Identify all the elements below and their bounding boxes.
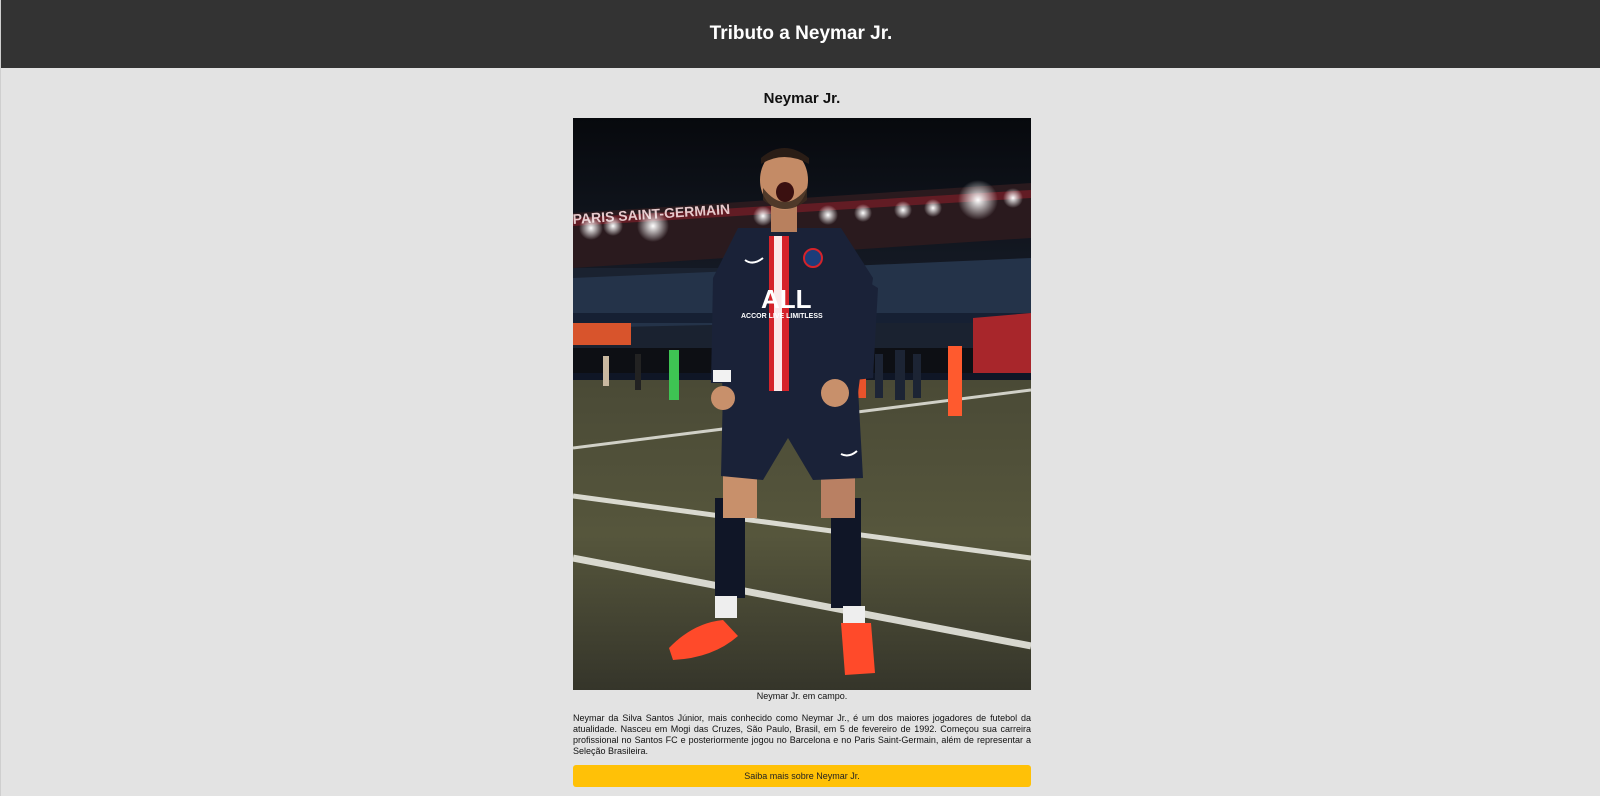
main-content: Neymar Jr. SAINT-GERMAIN ALL ACCOR LIVE … bbox=[573, 68, 1031, 787]
player-figure: PARIS SAINT-GERMAIN bbox=[573, 118, 1031, 701]
learn-more-button[interactable]: Saiba mais sobre Neymar Jr. bbox=[573, 765, 1031, 787]
shirt-sponsor-sub-text: ACCOR LIVE LIMITLESS bbox=[741, 313, 823, 320]
site-header: Tributo a Neymar Jr. bbox=[1, 0, 1600, 68]
bio-paragraph: Neymar da Silva Santos Júnior, mais conh… bbox=[573, 713, 1031, 756]
shirt-sponsor-text: ALL bbox=[761, 284, 812, 314]
page-frame: Tributo a Neymar Jr. Neymar Jr. SAINT-GE… bbox=[0, 0, 1600, 796]
site-title: Tributo a Neymar Jr. bbox=[709, 23, 893, 44]
player-photo: PARIS SAINT-GERMAIN bbox=[573, 118, 1031, 690]
section-title: Neymar Jr. bbox=[763, 90, 841, 107]
image-caption: Neymar Jr. em campo. bbox=[756, 691, 848, 701]
